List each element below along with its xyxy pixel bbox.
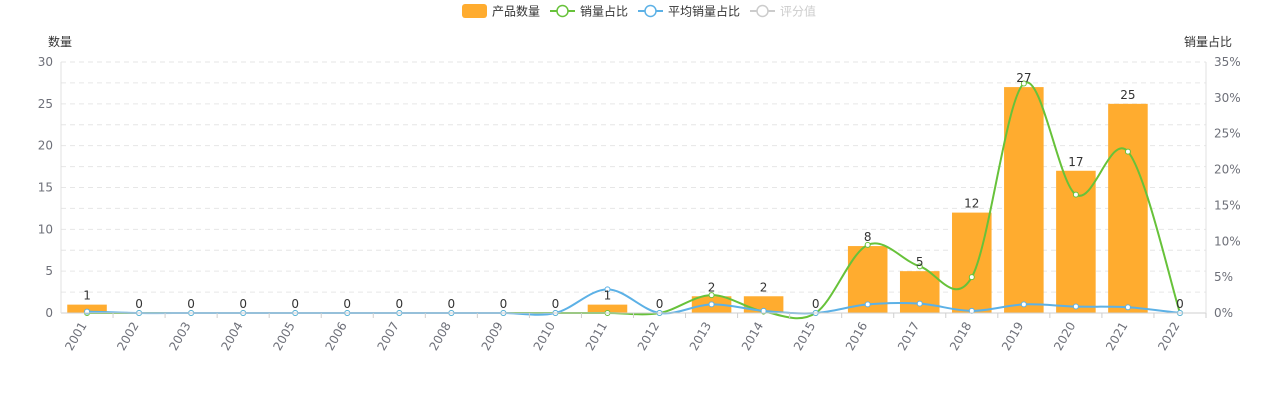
chart: 产品数量 销量占比 平均销量占比 评分值 数量 销量占比 0 5 10 15 20 25 30 0%… [0,0,1278,400]
bar-value-label: 0 [187,297,195,311]
bar-value-label: 1 [604,289,612,303]
bar-value-label: 8 [864,230,872,244]
right-tick-label: 10% [1214,234,1241,248]
x-tick-label: 2010 [531,320,558,353]
legend-item[interactable]: 平均销量占比 [638,4,740,19]
x-tick-label: 2015 [791,320,818,353]
bar-value-label: 2 [760,280,768,294]
bar [952,212,992,313]
series-point [1072,191,1079,198]
x-tick-label: 2020 [1051,320,1078,353]
right-tick-label: 5% [1214,270,1233,284]
x-tick-label: 2004 [218,320,245,353]
bar-value-label: 17 [1068,155,1083,169]
series-point [1124,148,1131,155]
x-tick-label: 2012 [635,320,662,353]
x-tick-label: 2011 [583,320,610,353]
bar-value-label: 0 [291,297,299,311]
right-tick-label: 0% [1214,306,1233,320]
series-point [1072,303,1079,310]
bar-value-label: 5 [916,255,924,269]
left-tick-label: 15 [38,181,53,195]
legend-marker [556,4,569,18]
bar-value-label: 0 [1176,297,1184,311]
series-point [1124,304,1131,311]
x-tick-label: 2007 [374,320,401,353]
legend-label: 销量占比 [580,4,628,19]
legend-item[interactable]: 销量占比 [550,4,628,19]
right-tick-label: 35% [1214,55,1241,69]
legend-item[interactable]: 产品数量 [462,4,540,19]
bar-value-label: 0 [343,297,351,311]
bar-value-label: 0 [656,297,664,311]
series-point [968,274,975,281]
bar-value-label: 0 [448,297,456,311]
x-tick-label: 2008 [427,320,454,353]
legend-bar-swatch [462,4,487,18]
series-point [916,300,923,307]
legend-marker [756,4,769,18]
chart-svg: 产品数量 销量占比 平均销量占比 评分值 数量 销量占比 0510152025300%… [38,4,1241,353]
x-tick-label: 2021 [1103,320,1130,353]
x-tick-label: 2002 [114,320,141,353]
bar-value-label: 0 [552,297,560,311]
bar-value-label: 27 [1016,71,1031,85]
x-tick-label: 2018 [947,320,974,353]
x-tick-label: 2001 [62,320,89,353]
left-tick-label: 0 [45,306,53,320]
bar-value-label: 0 [135,297,143,311]
series-point [708,301,715,308]
legend-marker [644,4,657,18]
bar-value-label: 0 [395,297,403,311]
bar-value-label: 12 [964,197,979,211]
left-axis-title: 数量 [48,34,72,49]
right-axis-title: 销量占比 [1184,34,1232,49]
legend[interactable]: 产品数量 销量占比 平均销量占比 评分值 [462,4,816,19]
bar-value-label: 0 [500,297,508,311]
series-point [864,301,871,308]
x-tick-label: 2009 [479,320,506,353]
x-tick-label: 2017 [895,320,922,353]
x-tick-label: 2016 [843,320,870,353]
x-tick-label: 2003 [166,320,193,353]
x-tick-label: 2022 [1155,320,1182,353]
bar-value-label: 0 [812,297,820,311]
right-tick-label: 15% [1214,198,1241,212]
x-tick-label: 2019 [999,319,1026,352]
left-tick-label: 10 [38,222,53,236]
series-point [1020,301,1027,308]
bar [899,271,940,313]
legend-label: 平均销量占比 [668,4,740,19]
left-tick-label: 25 [38,97,53,111]
bar-value-label: 25 [1120,88,1135,102]
left-tick-label: 5 [45,264,53,278]
left-tick-label: 20 [38,139,53,153]
right-tick-label: 30% [1214,91,1241,105]
bar-value-label: 2 [708,280,716,294]
legend-item[interactable]: 评分值 [750,4,816,19]
right-tick-label: 25% [1214,127,1241,141]
legend-label: 产品数量 [492,4,540,19]
left-tick-label: 30 [38,55,53,69]
bar-value-label: 1 [83,289,91,303]
bar [1108,103,1148,313]
bar-series [67,87,1148,313]
x-tick-label: 2013 [687,320,714,353]
x-tick-label: 2014 [739,320,766,353]
x-tick-label: 2006 [322,320,349,353]
x-tick-label: 2005 [270,320,297,353]
bar-value-label: 0 [239,297,247,311]
legend-label: 评分值 [780,4,816,19]
right-tick-label: 20% [1214,163,1241,177]
